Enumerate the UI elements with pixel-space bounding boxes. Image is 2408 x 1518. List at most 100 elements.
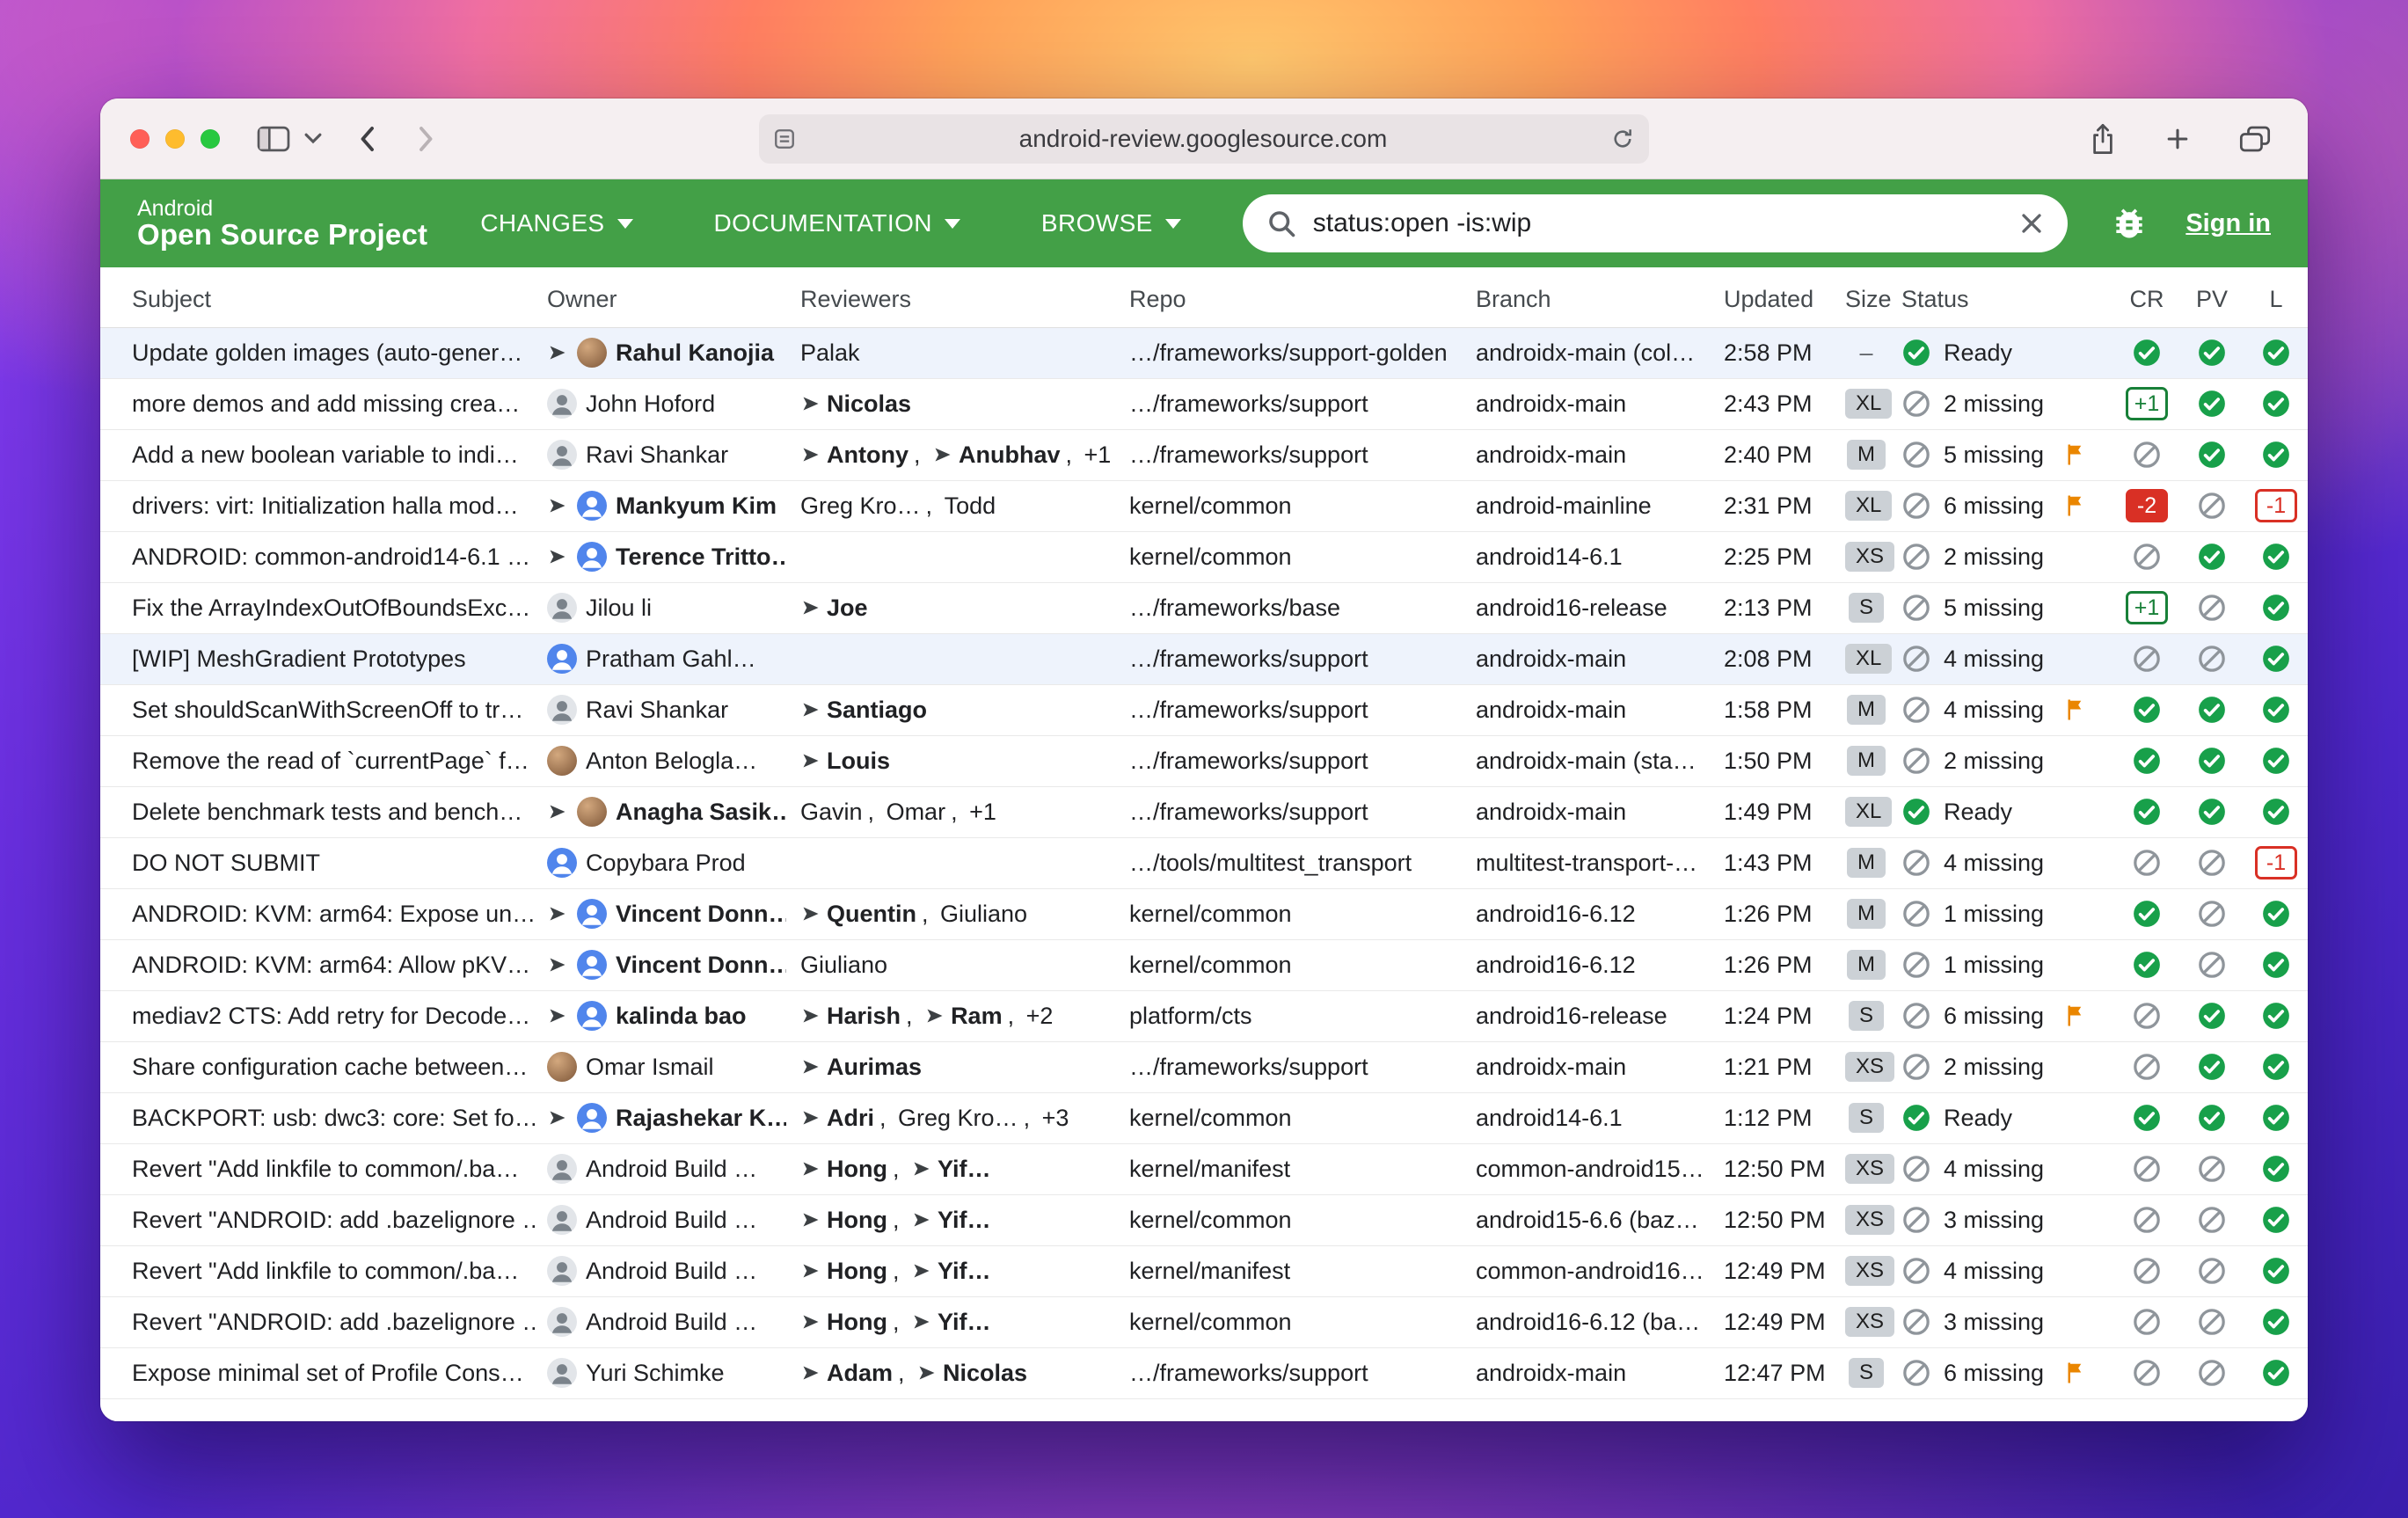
branch-cell[interactable]: androidx-main	[1469, 1041, 1717, 1092]
change-row[interactable]: Fix the ArrayIndexOutOfBoundsExc… Jilou …	[100, 582, 2308, 633]
reviewers-cell[interactable]: Quentin, Giuliano	[793, 888, 1122, 939]
owner-cell[interactable]: John Hoford	[540, 378, 793, 429]
report-bug-button[interactable]	[2103, 197, 2156, 250]
change-row[interactable]: BACKPORT: usb: dwc3: core: Set fo… Rajas…	[100, 1092, 2308, 1143]
repo-link[interactable]: …/frameworks/support	[1129, 697, 1368, 723]
repo-cell[interactable]: …/frameworks/support	[1122, 378, 1469, 429]
repo-link[interactable]: …/frameworks/support	[1129, 646, 1368, 672]
repo-link[interactable]: platform/cts	[1129, 1003, 1252, 1029]
close-window-button[interactable]	[130, 129, 150, 149]
repo-cell[interactable]: kernel/common	[1122, 480, 1469, 531]
repo-cell[interactable]: …/frameworks/support	[1122, 429, 1469, 480]
reviewers-cell[interactable]: Antony, Anubhav, +1	[793, 429, 1122, 480]
reviewer-name[interactable]: Aurimas	[827, 1054, 922, 1081]
branch-link[interactable]: androidx-main (sta…	[1476, 748, 1697, 774]
repo-cell[interactable]: …/frameworks/support	[1122, 786, 1469, 837]
reviewer-name[interactable]: Yif…	[938, 1156, 991, 1183]
reviewer-name[interactable]: Gavin	[800, 799, 863, 826]
repo-link[interactable]: kernel/common	[1129, 901, 1292, 927]
reviewer-name[interactable]: Hong	[827, 1309, 887, 1336]
nav-browse[interactable]: BROWSE	[1041, 209, 1181, 237]
forward-button[interactable]	[412, 119, 441, 159]
change-row[interactable]: Share configuration cache between… Omar …	[100, 1041, 2308, 1092]
reviewer-name[interactable]: Omar	[887, 799, 946, 826]
new-tab-button[interactable]	[2158, 120, 2197, 158]
owner-cell[interactable]: Ravi Shankar	[540, 429, 793, 480]
change-subject-link[interactable]: mediav2 CTS: Add retry for Decode…	[132, 1003, 530, 1029]
owner-name[interactable]: Android Build …	[586, 1309, 757, 1336]
change-subject-link[interactable]: Revert "Add linkfile to common/.ba…	[132, 1258, 519, 1284]
change-row[interactable]: Revert "ANDROID: add .bazelignore … Andr…	[100, 1296, 2308, 1347]
minimize-window-button[interactable]	[165, 129, 185, 149]
repo-cell[interactable]: …/frameworks/support	[1122, 633, 1469, 684]
change-row[interactable]: ANDROID: KVM: arm64: Allow pKV… Vincent …	[100, 939, 2308, 990]
branch-cell[interactable]: android16-release	[1469, 990, 1717, 1041]
branch-link[interactable]: androidx-main	[1476, 697, 1626, 723]
owner-cell[interactable]: Jilou li	[540, 582, 793, 633]
reviewer-name[interactable]: Nicolas	[827, 390, 911, 418]
owner-cell[interactable]: Copybara Prod	[540, 837, 793, 888]
repo-link[interactable]: …/tools/multitest_transport	[1129, 850, 1412, 876]
owner-name[interactable]: Ravi Shankar	[586, 442, 728, 469]
branch-cell[interactable]: androidx-main	[1469, 429, 1717, 480]
branch-link[interactable]: androidx-main	[1476, 1360, 1626, 1386]
branch-cell[interactable]: androidx-main (sta…	[1469, 735, 1717, 786]
change-row[interactable]: ANDROID: KVM: arm64: Expose un… Vincent …	[100, 888, 2308, 939]
repo-cell[interactable]: kernel/common	[1122, 939, 1469, 990]
branch-cell[interactable]: androidx-main	[1469, 378, 1717, 429]
sidebar-toggle-button[interactable]	[250, 119, 297, 159]
owner-name[interactable]: kalinda bao	[616, 1003, 747, 1030]
reviewers-cell[interactable]: Harish, Ram, +2	[793, 990, 1122, 1041]
repo-cell[interactable]: …/tools/multitest_transport	[1122, 837, 1469, 888]
branch-link[interactable]: androidx-main (col…	[1476, 339, 1695, 366]
owner-cell[interactable]: Android Build …	[540, 1143, 793, 1194]
branch-cell[interactable]: common-android15…	[1469, 1143, 1717, 1194]
change-row[interactable]: ANDROID: common-android14-6.1 … Terence …	[100, 531, 2308, 582]
branch-cell[interactable]: android16-6.12	[1469, 939, 1717, 990]
reviewers-cell[interactable]: Louis	[793, 735, 1122, 786]
reviewer-name[interactable]: Hong	[827, 1258, 887, 1285]
owner-name[interactable]: John Hoford	[586, 390, 715, 418]
site-logo[interactable]: Android Open Source Project	[137, 197, 427, 251]
owner-cell[interactable]: Vincent Donn…	[540, 939, 793, 990]
repo-link[interactable]: kernel/common	[1129, 1309, 1292, 1335]
owner-cell[interactable]: Yuri Schimke	[540, 1347, 793, 1398]
repo-link[interactable]: kernel/common	[1129, 544, 1292, 570]
change-subject-link[interactable]: drivers: virt: Initialization halla mod…	[132, 493, 519, 519]
subject-cell[interactable]: BACKPORT: usb: dwc3: core: Set fo…	[100, 1092, 540, 1143]
change-row[interactable]: Expose minimal set of Profile Cons… Yuri…	[100, 1347, 2308, 1398]
branch-cell[interactable]: android14-6.1	[1469, 1092, 1717, 1143]
owner-name[interactable]: Copybara Prod	[586, 850, 746, 877]
change-subject-link[interactable]: ANDROID: KVM: arm64: Allow pKV…	[132, 952, 530, 978]
repo-link[interactable]: …/frameworks/support	[1129, 1360, 1368, 1386]
owner-cell[interactable]: Anton Belogla…	[540, 735, 793, 786]
branch-cell[interactable]: android16-6.12 (ba…	[1469, 1296, 1717, 1347]
subject-cell[interactable]: Revert "ANDROID: add .bazelignore …	[100, 1194, 540, 1245]
owner-cell[interactable]: Android Build …	[540, 1245, 793, 1296]
branch-cell[interactable]: androidx-main	[1469, 633, 1717, 684]
reviewer-name[interactable]: +3	[1042, 1105, 1069, 1132]
change-row[interactable]: Revert "Add linkfile to common/.ba… Andr…	[100, 1245, 2308, 1296]
repo-link[interactable]: kernel/common	[1129, 1105, 1292, 1131]
change-row[interactable]: more demos and add missing crea… John Ho…	[100, 378, 2308, 429]
change-row[interactable]: Set shouldScanWithScreenOff to tr… Ravi …	[100, 684, 2308, 735]
subject-cell[interactable]: drivers: virt: Initialization halla mod…	[100, 480, 540, 531]
owner-name[interactable]: Vincent Donn…	[616, 952, 786, 979]
owner-name[interactable]: Mankyum Kim	[616, 493, 777, 520]
owner-name[interactable]: Ravi Shankar	[586, 697, 728, 724]
change-subject-link[interactable]: Revert "Add linkfile to common/.ba…	[132, 1156, 519, 1182]
clear-search-icon[interactable]	[2018, 210, 2045, 237]
reviewer-name[interactable]: Santiago	[827, 697, 927, 724]
branch-link[interactable]: common-android15…	[1476, 1156, 1704, 1182]
subject-cell[interactable]: [WIP] MeshGradient Prototypes	[100, 633, 540, 684]
reviewers-cell[interactable]: Joe	[793, 582, 1122, 633]
share-button[interactable]	[2083, 115, 2123, 163]
change-subject-link[interactable]: Fix the ArrayIndexOutOfBoundsExc…	[132, 595, 530, 621]
repo-link[interactable]: kernel/common	[1129, 952, 1292, 978]
reviewers-cell[interactable]: Aurimas	[793, 1041, 1122, 1092]
reviewer-name[interactable]: Harish	[827, 1003, 901, 1030]
subject-cell[interactable]: Delete benchmark tests and bench…	[100, 786, 540, 837]
change-subject-link[interactable]: ANDROID: KVM: arm64: Expose un…	[132, 901, 536, 927]
owner-cell[interactable]: Pratham Gahl…	[540, 633, 793, 684]
change-subject-link[interactable]: [WIP] MeshGradient Prototypes	[132, 646, 466, 672]
